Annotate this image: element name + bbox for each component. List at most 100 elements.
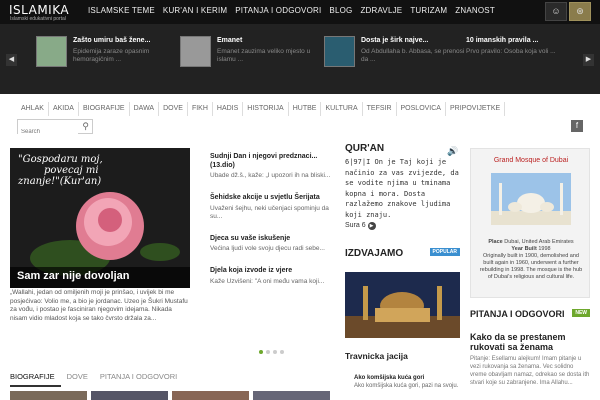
thumbnail[interactable] xyxy=(253,391,330,400)
quote-line: povecaj mi xyxy=(44,165,99,176)
quote-line: "Gospodaru moj, xyxy=(18,154,103,165)
izdvajamo-section: IZDVAJAMO POPULAR xyxy=(345,248,460,259)
post-desc: Većina ljudi vole svoju djecu radi sebe.… xyxy=(210,245,325,252)
tab-pitanja[interactable]: PITANJA I ODGOVORI xyxy=(100,372,183,387)
mosque-title[interactable]: Grand Mosque of Dubai xyxy=(471,157,591,164)
izdvajamo-caption[interactable]: Travnicka jacija xyxy=(345,351,408,361)
quran-reference: Sura 6 ▶ xyxy=(345,222,460,230)
category-dawa[interactable]: DAWA xyxy=(130,102,160,116)
featured-quote: "Gospodaru moj, povecaj mi znanje!"(Kur'… xyxy=(18,154,103,187)
post-title[interactable]: Djeca su vaše iskušenje xyxy=(210,235,334,244)
list-item[interactable]: Djela koja izvode iz vjere Kaže Uzvišeni:… xyxy=(210,267,334,286)
top-bar: ISLAMIKA Islamski edukativni portal ISLA… xyxy=(0,0,600,24)
speaker-icon[interactable]: 🔊 xyxy=(447,146,458,157)
bottom-thumbnails xyxy=(10,391,330,400)
pagination-dot[interactable] xyxy=(259,350,263,354)
pitanja-post-title[interactable]: Kako da se prestanem rukovati sa ženama xyxy=(470,332,590,352)
category-bar: AHLAK AKIDA BIOGRAFIJE DAWA DOVE FIKH HA… xyxy=(17,102,587,116)
news-slider: Zašto umiru baš žene... Epidemija zaraze … xyxy=(0,24,600,94)
pagination-dot[interactable] xyxy=(273,350,277,354)
izdvajamo-sub[interactable]: Ako komšijska kuća gori Ako komšijska ku… xyxy=(354,374,458,390)
list-item[interactable]: Šehidske akcije u svjetlu Šerijata Uvažen… xyxy=(210,194,334,221)
category-ahlak[interactable]: AHLAK xyxy=(17,102,49,116)
tab-biografije[interactable]: BIOGRAFIJE xyxy=(10,372,61,387)
tab-dove[interactable]: DOVE xyxy=(67,372,94,387)
nav-item-pitanja[interactable]: PITANJA I ODGOVORI xyxy=(235,6,321,15)
list-item[interactable]: Djeca su vaše iskušenje Većina ljudi vole… xyxy=(210,235,334,254)
slider-item[interactable]: Zašto umiru baš žene... Epidemija zaraze … xyxy=(36,36,178,76)
slider-prev-button[interactable]: ◀ xyxy=(6,54,17,66)
search-icon[interactable]: ⚲ xyxy=(82,121,89,132)
quote-line: znanje!"(Kur'an) xyxy=(18,176,102,187)
place-label: Place xyxy=(488,239,503,245)
category-akida[interactable]: AKIDA xyxy=(49,102,79,116)
nav-item-islamske-teme[interactable]: ISLAMSKE TEME xyxy=(88,6,155,15)
site-logo[interactable]: ISLAMIKA xyxy=(9,3,69,17)
category-biografije[interactable]: BIOGRAFIJE xyxy=(79,102,130,116)
slider-pagination xyxy=(259,350,284,354)
category-pripovijetke[interactable]: PRIPOVIJETKE xyxy=(446,102,506,116)
post-title[interactable]: Sudnji Dan i njegovi predznaci... (13.di… xyxy=(210,153,334,170)
search-input[interactable] xyxy=(18,125,78,139)
user-icon: ☺ xyxy=(551,6,561,16)
featured-title[interactable]: Sam zar nije dovoljan xyxy=(10,267,190,288)
sub-title[interactable]: Ako komšijska kuća gori xyxy=(354,374,458,382)
slider-item-title[interactable]: Zašto umiru baš žene... xyxy=(73,36,178,45)
popular-badge: POPULAR xyxy=(429,248,460,256)
category-hadis[interactable]: HADIS xyxy=(213,102,244,116)
year-label: Year Built xyxy=(511,246,537,252)
place-value: Dubai, United Arab Emirates xyxy=(504,239,574,245)
slider-next-button[interactable]: ▶ xyxy=(583,54,594,66)
quran-sura: Sura 6 xyxy=(345,222,366,229)
nav-item-kuran[interactable]: KUR'AN I KERIM xyxy=(163,6,227,15)
nav-item-zdravlje[interactable]: ZDRAVLJE xyxy=(360,6,402,15)
category-historija[interactable]: HISTORIJA xyxy=(243,102,289,116)
post-title[interactable]: Djela koja izvode iz vjere xyxy=(210,267,334,276)
featured-excerpt: „Wallahi, jedan od omiljenih moji je pri… xyxy=(10,289,188,322)
category-hutbe[interactable]: HUTBE xyxy=(289,102,322,116)
category-fikh[interactable]: FIKH xyxy=(188,102,213,116)
post-title[interactable]: Šehidske akcije u svjetlu Šerijata xyxy=(210,194,334,203)
post-desc: Kaže Uzvišeni: "A oni među vama koji... xyxy=(210,277,325,285)
nav-item-blog[interactable]: BLOG xyxy=(329,6,352,15)
rss-button[interactable]: ⊛ xyxy=(569,2,591,21)
slider-item-title[interactable]: Dosta je širk najve... xyxy=(361,36,466,45)
category-poslovica[interactable]: POSLOVICA xyxy=(397,102,446,116)
nav-item-turizam[interactable]: TURIZAM xyxy=(410,6,447,15)
izdvajamo-image[interactable] xyxy=(345,272,460,338)
slider-item-title[interactable]: Emanet xyxy=(217,36,322,45)
list-item[interactable]: Sudnji Dan i njegovi predznaci... (13.di… xyxy=(210,153,334,180)
pagination-dot[interactable] xyxy=(266,350,270,354)
slider-item-title[interactable]: 10 imanskih pravila ... xyxy=(466,36,556,45)
mosque-night-image xyxy=(345,272,460,338)
category-dove[interactable]: DOVE xyxy=(159,102,188,116)
slider-item[interactable]: 10 imanskih pravila ... Prvo pravilo: Oso… xyxy=(466,36,576,76)
post-desc: Uvaženi šejhu, neki učenjaci spominju da… xyxy=(210,204,329,220)
pitanja-post-text: Pitanje: Esellamu alejkum! Imam pitanje … xyxy=(470,356,590,386)
category-kultura[interactable]: KULTURA xyxy=(321,102,363,116)
post-desc: Ubade dž.š., kaže: „I upozori ih na blis… xyxy=(210,172,331,179)
mosque-image[interactable] xyxy=(491,173,571,225)
thumbnail[interactable] xyxy=(91,391,168,400)
slider-item[interactable]: Emanet Emanet zauzima veliko mjesto u isl… xyxy=(180,36,322,76)
mosque-info: Place Dubai, United Arab Emirates Year B… xyxy=(479,239,583,281)
featured-article[interactable]: "Gospodaru moj, povecaj mi znanje!"(Kur'… xyxy=(10,148,190,288)
site-tagline: Islamski edukativni portal xyxy=(10,16,66,22)
post-list: Sudnji Dan i njegovi predznaci... (13.di… xyxy=(210,153,334,300)
slider-item[interactable]: Dosta je širk najve... Od Abdullaha b. Ab… xyxy=(324,36,466,76)
nav-item-znanost[interactable]: ZNANOST xyxy=(455,6,495,15)
category-tefsir[interactable]: TEFSIR xyxy=(363,102,397,116)
pagination-dot[interactable] xyxy=(280,350,284,354)
play-icon[interactable]: ▶ xyxy=(367,222,376,230)
mosque-svg xyxy=(491,173,571,225)
new-badge: NEW xyxy=(572,309,590,317)
quran-title: QUR'AN xyxy=(345,143,385,154)
slider-item-desc: Epidemija zaraze opasnim hemoragičnim ..… xyxy=(73,48,150,63)
thumbnail[interactable] xyxy=(10,391,87,400)
pitanja-section: PITANJA I ODGOVORI NEW xyxy=(470,309,590,319)
sub-desc: Ako komšijska kuća gori, pazi na svoju. xyxy=(354,383,459,389)
year-value: 1998 xyxy=(538,246,551,252)
facebook-icon[interactable]: f xyxy=(571,120,583,132)
user-button[interactable]: ☺ xyxy=(545,2,567,21)
thumbnail[interactable] xyxy=(172,391,249,400)
